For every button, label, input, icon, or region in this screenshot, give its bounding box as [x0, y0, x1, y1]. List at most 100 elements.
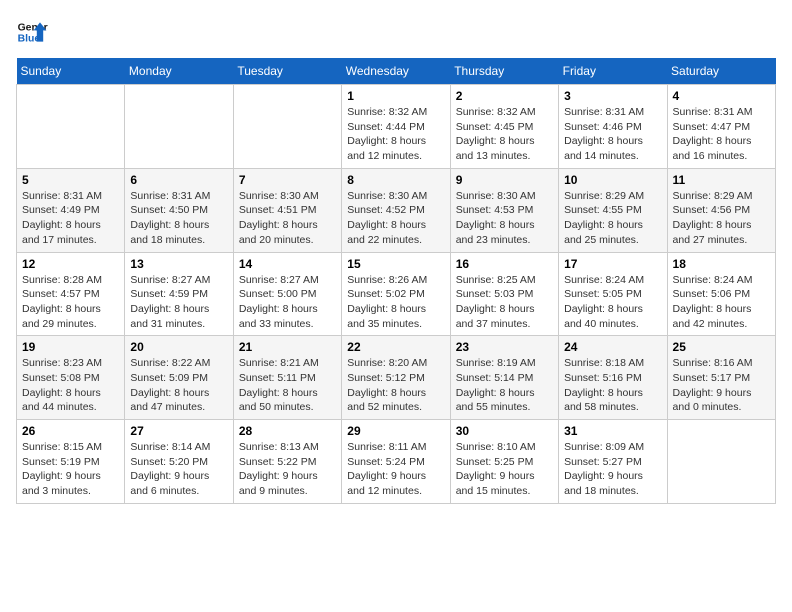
- day-info: Sunrise: 8:27 AM Sunset: 5:00 PM Dayligh…: [239, 273, 336, 332]
- day-info: Sunrise: 8:18 AM Sunset: 5:16 PM Dayligh…: [564, 356, 661, 415]
- day-number: 4: [673, 89, 770, 103]
- day-number: 25: [673, 340, 770, 354]
- day-cell: [667, 420, 775, 504]
- day-info: Sunrise: 8:29 AM Sunset: 4:56 PM Dayligh…: [673, 189, 770, 248]
- day-info: Sunrise: 8:11 AM Sunset: 5:24 PM Dayligh…: [347, 440, 444, 499]
- weekday-header-friday: Friday: [559, 58, 667, 85]
- day-info: Sunrise: 8:10 AM Sunset: 5:25 PM Dayligh…: [456, 440, 553, 499]
- day-info: Sunrise: 8:25 AM Sunset: 5:03 PM Dayligh…: [456, 273, 553, 332]
- day-number: 10: [564, 173, 661, 187]
- day-info: Sunrise: 8:30 AM Sunset: 4:51 PM Dayligh…: [239, 189, 336, 248]
- day-cell: 16Sunrise: 8:25 AM Sunset: 5:03 PM Dayli…: [450, 252, 558, 336]
- day-info: Sunrise: 8:20 AM Sunset: 5:12 PM Dayligh…: [347, 356, 444, 415]
- day-number: 29: [347, 424, 444, 438]
- week-row-3: 12 Sunrise: 8:28 AM Sunset: 4:57 PM Dayli…: [17, 252, 776, 336]
- day-number: 27: [130, 424, 227, 438]
- logo: General Blue: [16, 16, 48, 48]
- day-number: 18: [673, 257, 770, 271]
- week-row-5: 26 Sunrise: 8:15 AM Sunset: 5:19 PM Dayli…: [17, 420, 776, 504]
- day-info: Sunrise: 8:31 AM Sunset: 4:47 PM Dayligh…: [673, 105, 770, 164]
- weekday-header-thursday: Thursday: [450, 58, 558, 85]
- weekday-header-tuesday: Tuesday: [233, 58, 341, 85]
- day-info: Sunrise: 8:23 AM Sunset: 5:08 PM Dayligh…: [22, 356, 119, 415]
- day-info: Sunrise: 8:19 AM Sunset: 5:14 PM Dayligh…: [456, 356, 553, 415]
- day-number: 23: [456, 340, 553, 354]
- calendar-table: SundayMondayTuesdayWednesdayThursdayFrid…: [16, 58, 776, 504]
- day-cell: 31 Sunrise: 8:09 AM Sunset: 5:27 PM Dayli…: [559, 420, 667, 504]
- day-number: 3: [564, 89, 661, 103]
- day-number: 1: [347, 89, 444, 103]
- day-number: 30: [456, 424, 553, 438]
- weekday-header-saturday: Saturday: [667, 58, 775, 85]
- day-cell: 18 Sunrise: 8:24 AM Sunset: 5:06 PM Dayli…: [667, 252, 775, 336]
- day-info: Sunrise: 8:31 AM Sunset: 4:49 PM Dayligh…: [22, 189, 119, 248]
- day-cell: 9 Sunrise: 8:30 AM Sunset: 4:53 PM Daylig…: [450, 168, 558, 252]
- day-cell: [17, 85, 125, 169]
- day-info: Sunrise: 8:22 AM Sunset: 5:09 PM Dayligh…: [130, 356, 227, 415]
- day-cell: 7Sunrise: 8:30 AM Sunset: 4:51 PM Daylig…: [233, 168, 341, 252]
- weekday-header-wednesday: Wednesday: [342, 58, 450, 85]
- day-info: Sunrise: 8:31 AM Sunset: 4:46 PM Dayligh…: [564, 105, 661, 164]
- day-number: 13: [130, 257, 227, 271]
- day-cell: 10 Sunrise: 8:29 AM Sunset: 4:55 PM Dayli…: [559, 168, 667, 252]
- day-cell: 28 Sunrise: 8:13 AM Sunset: 5:22 PM Dayli…: [233, 420, 341, 504]
- day-cell: 3 Sunrise: 8:31 AM Sunset: 4:46 PM Daylig…: [559, 85, 667, 169]
- day-info: Sunrise: 8:24 AM Sunset: 5:05 PM Dayligh…: [564, 273, 661, 332]
- day-cell: 22Sunrise: 8:20 AM Sunset: 5:12 PM Dayli…: [342, 336, 450, 420]
- day-cell: 12 Sunrise: 8:28 AM Sunset: 4:57 PM Dayli…: [17, 252, 125, 336]
- day-info: Sunrise: 8:32 AM Sunset: 4:45 PM Dayligh…: [456, 105, 553, 164]
- day-cell: 1Sunrise: 8:32 AM Sunset: 4:44 PM Daylig…: [342, 85, 450, 169]
- page-header: General Blue: [16, 16, 776, 48]
- day-info: Sunrise: 8:30 AM Sunset: 4:53 PM Dayligh…: [456, 189, 553, 248]
- day-cell: [233, 85, 341, 169]
- day-number: 28: [239, 424, 336, 438]
- day-cell: 21 Sunrise: 8:21 AM Sunset: 5:11 PM Dayli…: [233, 336, 341, 420]
- day-number: 15: [347, 257, 444, 271]
- day-cell: 13 Sunrise: 8:27 AM Sunset: 4:59 PM Dayli…: [125, 252, 233, 336]
- day-info: Sunrise: 8:16 AM Sunset: 5:17 PM Dayligh…: [673, 356, 770, 415]
- day-number: 24: [564, 340, 661, 354]
- day-number: 9: [456, 173, 553, 187]
- day-info: Sunrise: 8:21 AM Sunset: 5:11 PM Dayligh…: [239, 356, 336, 415]
- day-number: 11: [673, 173, 770, 187]
- day-cell: 23 Sunrise: 8:19 AM Sunset: 5:14 PM Dayli…: [450, 336, 558, 420]
- day-info: Sunrise: 8:09 AM Sunset: 5:27 PM Dayligh…: [564, 440, 661, 499]
- day-info: Sunrise: 8:26 AM Sunset: 5:02 PM Dayligh…: [347, 273, 444, 332]
- day-number: 17: [564, 257, 661, 271]
- day-number: 8: [347, 173, 444, 187]
- day-info: Sunrise: 8:14 AM Sunset: 5:20 PM Dayligh…: [130, 440, 227, 499]
- weekday-header-monday: Monday: [125, 58, 233, 85]
- day-info: Sunrise: 8:13 AM Sunset: 5:22 PM Dayligh…: [239, 440, 336, 499]
- day-info: Sunrise: 8:15 AM Sunset: 5:19 PM Dayligh…: [22, 440, 119, 499]
- logo-icon: General Blue: [16, 16, 48, 48]
- day-number: 21: [239, 340, 336, 354]
- day-info: Sunrise: 8:24 AM Sunset: 5:06 PM Dayligh…: [673, 273, 770, 332]
- day-info: Sunrise: 8:28 AM Sunset: 4:57 PM Dayligh…: [22, 273, 119, 332]
- day-cell: 6 Sunrise: 8:31 AM Sunset: 4:50 PM Daylig…: [125, 168, 233, 252]
- day-info: Sunrise: 8:27 AM Sunset: 4:59 PM Dayligh…: [130, 273, 227, 332]
- day-number: 14: [239, 257, 336, 271]
- day-cell: 20 Sunrise: 8:22 AM Sunset: 5:09 PM Dayli…: [125, 336, 233, 420]
- day-cell: 8 Sunrise: 8:30 AM Sunset: 4:52 PM Daylig…: [342, 168, 450, 252]
- day-number: 31: [564, 424, 661, 438]
- day-cell: 26 Sunrise: 8:15 AM Sunset: 5:19 PM Dayli…: [17, 420, 125, 504]
- day-cell: 15 Sunrise: 8:26 AM Sunset: 5:02 PM Dayli…: [342, 252, 450, 336]
- day-number: 6: [130, 173, 227, 187]
- day-cell: 19 Sunrise: 8:23 AM Sunset: 5:08 PM Dayli…: [17, 336, 125, 420]
- day-number: 19: [22, 340, 119, 354]
- day-number: 5: [22, 173, 119, 187]
- day-cell: 29 Sunrise: 8:11 AM Sunset: 5:24 PM Dayli…: [342, 420, 450, 504]
- week-row-4: 19 Sunrise: 8:23 AM Sunset: 5:08 PM Dayli…: [17, 336, 776, 420]
- day-info: Sunrise: 8:30 AM Sunset: 4:52 PM Dayligh…: [347, 189, 444, 248]
- day-cell: 4 Sunrise: 8:31 AM Sunset: 4:47 PM Daylig…: [667, 85, 775, 169]
- day-info: Sunrise: 8:31 AM Sunset: 4:50 PM Dayligh…: [130, 189, 227, 248]
- day-number: 26: [22, 424, 119, 438]
- weekday-header-sunday: Sunday: [17, 58, 125, 85]
- weekday-header-row: SundayMondayTuesdayWednesdayThursdayFrid…: [17, 58, 776, 85]
- day-number: 20: [130, 340, 227, 354]
- day-number: 12: [22, 257, 119, 271]
- day-cell: 17 Sunrise: 8:24 AM Sunset: 5:05 PM Dayli…: [559, 252, 667, 336]
- day-cell: 27 Sunrise: 8:14 AM Sunset: 5:20 PM Dayli…: [125, 420, 233, 504]
- day-cell: 30 Sunrise: 8:10 AM Sunset: 5:25 PM Dayli…: [450, 420, 558, 504]
- day-info: Sunrise: 8:29 AM Sunset: 4:55 PM Dayligh…: [564, 189, 661, 248]
